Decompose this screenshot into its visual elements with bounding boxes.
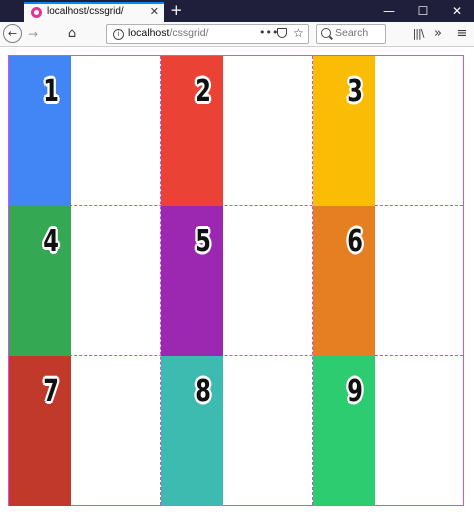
- grid-item-number: 6: [347, 224, 363, 259]
- grid-item-number: 5: [195, 224, 211, 259]
- back-button[interactable]: ←: [3, 24, 22, 43]
- grid-item-number: 3: [347, 74, 363, 109]
- close-tab-icon[interactable]: ✕: [150, 5, 159, 19]
- grid-item-number: 9: [347, 374, 363, 409]
- hamburger-menu-icon[interactable]: ≡: [454, 24, 470, 44]
- forward-button[interactable]: →: [25, 24, 41, 44]
- favicon-icon: [31, 7, 42, 18]
- grid-item-number: 4: [43, 224, 59, 259]
- url-text[interactable]: localhost/cssgrid/: [128, 27, 209, 39]
- grid-item-7: 7: [9, 356, 71, 506]
- url-bar[interactable]: i localhost/cssgrid/ ••• ☆: [106, 24, 309, 44]
- maximize-button[interactable]: ☐: [406, 0, 440, 22]
- close-window-button[interactable]: ✕: [440, 0, 474, 22]
- overflow-menu-icon[interactable]: »: [430, 24, 446, 44]
- browser-window: localhost/cssgrid/ ✕ + — ☐ ✕ ← → ⌂ i loc…: [0, 0, 474, 516]
- page-content: 1 2 3 4 5 6 7 8 9: [0, 47, 474, 516]
- grid-item-6: 6: [313, 206, 375, 356]
- minimize-button[interactable]: —: [372, 0, 406, 22]
- grid-row-line: [9, 355, 463, 356]
- search-placeholder: Search: [335, 27, 369, 39]
- pocket-icon[interactable]: [277, 28, 287, 38]
- grid-item-number: 2: [195, 74, 211, 109]
- grid-item-4: 4: [9, 206, 71, 356]
- grid-item-number: 7: [43, 374, 59, 409]
- tab-strip: localhost/cssgrid/ ✕ + — ☐ ✕: [0, 0, 474, 22]
- grid-item-3: 3: [313, 56, 375, 206]
- grid-item-8: 8: [161, 356, 223, 506]
- info-icon[interactable]: i: [113, 29, 124, 40]
- new-tab-icon[interactable]: +: [170, 1, 183, 19]
- grid-item-1: 1: [9, 56, 71, 206]
- grid-item-5: 5: [161, 206, 223, 356]
- url-path: /cssgrid/: [169, 27, 209, 39]
- home-button[interactable]: ⌂: [64, 24, 80, 44]
- page-actions-icon[interactable]: •••: [259, 25, 278, 41]
- search-icon: [321, 28, 331, 38]
- navigation-toolbar: ← → ⌂ i localhost/cssgrid/ ••• ☆ Search …: [0, 22, 474, 47]
- search-input[interactable]: Search: [316, 24, 386, 44]
- library-icon[interactable]: |||\: [410, 24, 426, 44]
- grid-item-number: 1: [43, 74, 59, 109]
- tab-cssgrid[interactable]: localhost/cssgrid/ ✕: [24, 2, 164, 22]
- grid-row-line: [9, 205, 463, 206]
- url-host: localhost: [128, 27, 170, 39]
- grid-item-2: 2: [161, 56, 223, 206]
- bookmark-star-icon[interactable]: ☆: [293, 25, 304, 42]
- grid-container: 1 2 3 4 5 6 7 8 9: [8, 55, 464, 506]
- grid-item-9: 9: [313, 356, 375, 506]
- tab-title: localhost/cssgrid/: [47, 6, 124, 17]
- grid-item-number: 8: [195, 374, 211, 409]
